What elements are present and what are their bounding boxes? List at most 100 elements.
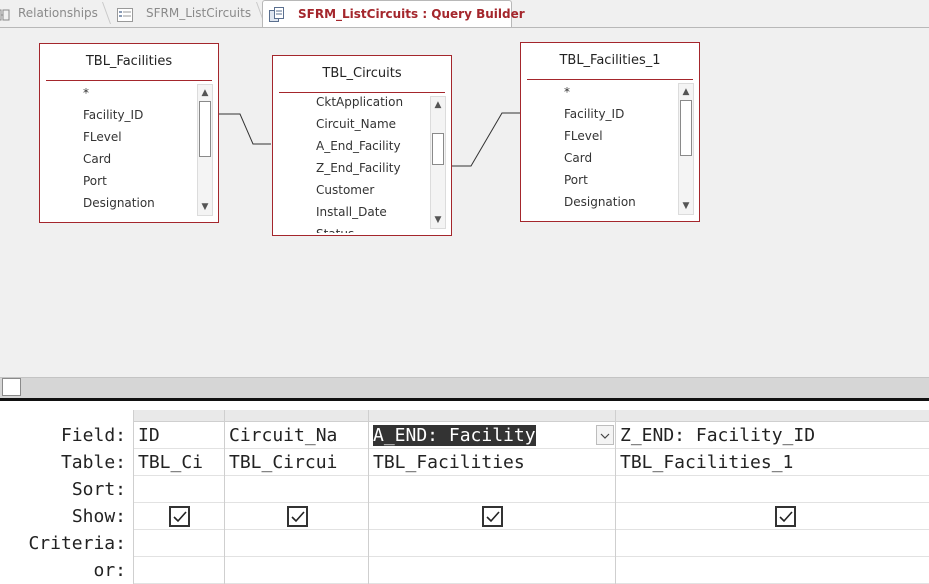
criteria-cell[interactable] (134, 530, 225, 557)
show-checkbox[interactable] (169, 506, 190, 527)
field-item[interactable]: Install_Date (316, 201, 431, 223)
grid-column[interactable]: ID TBL_Ci (133, 410, 225, 584)
row-label-criteria: Criteria: (28, 533, 126, 554)
field-item[interactable]: Card (564, 147, 679, 169)
field-list: * Facility_ID FLevel Card Port Designati… (83, 82, 198, 216)
field-list-scrollbar[interactable]: ▲ ▼ (678, 83, 694, 215)
checkmark-icon (486, 511, 500, 523)
field-cell[interactable]: ID (134, 422, 225, 449)
show-checkbox[interactable] (775, 506, 796, 527)
table-cell[interactable]: TBL_Facilities (369, 449, 616, 476)
tab-relationships[interactable]: Relationships (0, 0, 104, 27)
field-item[interactable]: Z_End_Facility (316, 157, 431, 179)
or-cell[interactable] (616, 557, 929, 584)
field-item[interactable]: * (83, 82, 198, 104)
row-label-or: or: (93, 560, 126, 581)
grid-column[interactable]: A_END: Facility TBL_Facilities (368, 410, 616, 584)
table-title[interactable]: TBL_Facilities (40, 44, 218, 78)
field-item[interactable]: CktApplication (316, 91, 431, 113)
table-box-tbl-facilities-1[interactable]: TBL_Facilities_1 * Facility_ID FLevel Ca… (520, 42, 700, 222)
row-label-table: Table: (60, 452, 126, 473)
criteria-cell[interactable] (369, 530, 616, 557)
field-cell[interactable]: Z_END: Facility_ID (616, 422, 929, 449)
form-icon (117, 5, 133, 22)
scroll-thumb[interactable] (199, 101, 211, 157)
table-cell[interactable]: TBL_Circui (225, 449, 369, 476)
show-checkbox[interactable] (482, 506, 503, 527)
scroll-thumb[interactable] (432, 133, 444, 165)
scroll-down-arrow-icon[interactable]: ▼ (680, 199, 692, 213)
column-selector[interactable] (369, 410, 616, 422)
show-cell (369, 503, 616, 530)
row-label-sort: Sort: (71, 479, 126, 500)
or-cell[interactable] (369, 557, 616, 584)
field-item[interactable]: Customer (316, 179, 431, 201)
table-cell[interactable]: TBL_Ci (134, 449, 225, 476)
table-cell[interactable]: TBL_Facilities_1 (616, 449, 929, 476)
tab-sfrm-listcircuits[interactable]: SFRM_ListCircuits (112, 0, 258, 27)
field-item[interactable]: Port (564, 169, 679, 191)
show-checkbox[interactable] (287, 506, 308, 527)
field-dropdown-button[interactable] (596, 425, 614, 445)
table-box-tbl-facilities[interactable]: TBL_Facilities * Facility_ID FLevel Card… (39, 43, 219, 223)
field-item[interactable]: A_End_Facility (316, 135, 431, 157)
column-selector[interactable] (616, 410, 929, 422)
field-cell[interactable]: A_END: Facility (369, 422, 616, 449)
field-item[interactable]: Card (83, 148, 198, 170)
scroll-down-arrow-icon[interactable]: ▼ (432, 213, 444, 227)
grid-column[interactable]: Circuit_Na TBL_Circui (224, 410, 369, 584)
field-list: * Facility_ID FLevel Card Port Designati… (564, 81, 679, 215)
query-icon (269, 6, 285, 22)
field-item[interactable]: Circuit_Name (316, 113, 431, 135)
horizontal-scrollbar[interactable] (0, 377, 929, 398)
show-cell (225, 503, 369, 530)
table-title-divider (46, 80, 212, 81)
grid-column[interactable]: Z_END: Facility_ID TBL_Facilities_1 (615, 410, 929, 584)
or-cell[interactable] (134, 557, 225, 584)
field-item[interactable]: * (564, 81, 679, 103)
field-item[interactable]: Status (316, 223, 431, 233)
table-title[interactable]: TBL_Facilities_1 (521, 43, 699, 77)
query-design-area[interactable]: TBL_Facilities * Facility_ID FLevel Card… (0, 28, 929, 377)
table-title[interactable]: TBL_Circuits (273, 56, 451, 90)
sort-cell[interactable] (134, 476, 225, 503)
tab-query-builder[interactable]: SFRM_ListCircuits : Query Builder (262, 0, 525, 28)
sort-cell[interactable] (225, 476, 369, 503)
show-cell (134, 503, 225, 530)
chevron-down-icon (600, 433, 610, 439)
join-line-facilities-circuits (219, 113, 271, 145)
selected-field-text[interactable]: A_END: Facility (373, 425, 536, 446)
sort-cell[interactable] (616, 476, 929, 503)
relationships-icon (0, 5, 10, 21)
field-item[interactable]: FLevel (564, 125, 679, 147)
scroll-thumb[interactable] (680, 100, 692, 156)
field-item[interactable]: FLevel (83, 126, 198, 148)
or-cell[interactable] (225, 557, 369, 584)
column-selector[interactable] (225, 410, 369, 422)
scroll-up-arrow-icon[interactable]: ▲ (432, 98, 444, 112)
query-design-grid: Field: Table: Sort: Show: Criteria: or: … (0, 401, 929, 584)
field-item[interactable]: Facility_ID (83, 104, 198, 126)
criteria-cell[interactable] (225, 530, 369, 557)
table-title-divider (527, 79, 693, 80)
field-item[interactable]: Designation (564, 191, 679, 213)
field-list-scrollbar[interactable]: ▲ ▼ (197, 84, 213, 216)
criteria-cell[interactable] (616, 530, 929, 557)
checkmark-icon (779, 511, 793, 523)
table-box-tbl-circuits[interactable]: TBL_Circuits CktApplication Circuit_Name… (272, 55, 452, 236)
field-item[interactable]: Facility_ID (564, 103, 679, 125)
field-item[interactable]: Designation (83, 192, 198, 214)
field-item[interactable]: Port (83, 170, 198, 192)
scroll-down-arrow-icon[interactable]: ▼ (199, 200, 211, 214)
checkmark-icon (173, 511, 187, 523)
scroll-up-arrow-icon[interactable]: ▲ (199, 86, 211, 100)
scroll-up-arrow-icon[interactable]: ▲ (680, 85, 692, 99)
join-line-circuits-facilities1 (452, 112, 520, 167)
scrollbar-box[interactable] (2, 378, 21, 396)
field-cell[interactable]: Circuit_Na (225, 422, 369, 449)
field-list-scrollbar[interactable]: ▲ ▼ (430, 96, 446, 229)
field-list: CktApplication Circuit_Name A_End_Facili… (316, 91, 431, 233)
column-selector[interactable] (134, 410, 225, 422)
sort-cell[interactable] (369, 476, 616, 503)
tab-label: Relationships (18, 6, 98, 20)
